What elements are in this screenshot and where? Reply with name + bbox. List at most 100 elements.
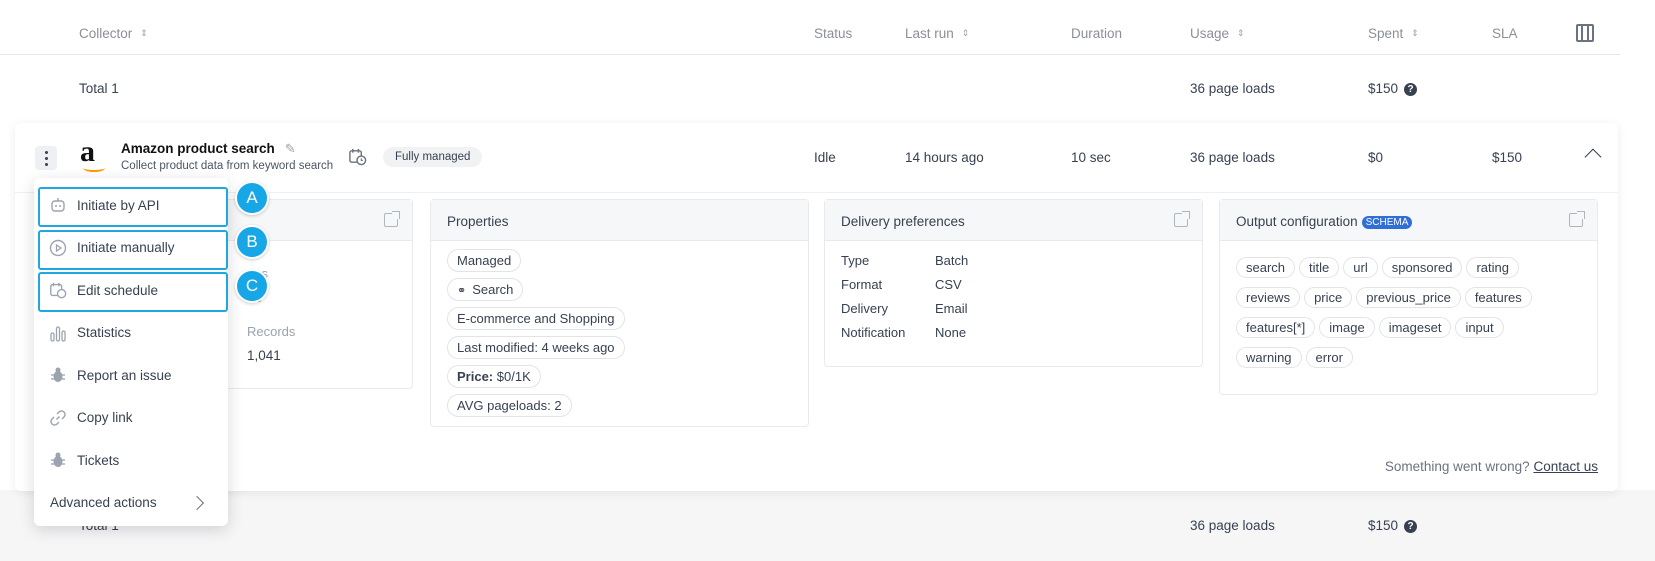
menu-item-advanced-actions[interactable]: Advanced actions [34, 482, 228, 525]
column-label: Last run [905, 26, 954, 41]
menu-item-statistics[interactable]: Statistics [34, 312, 228, 355]
total-label: Total 1 [79, 81, 119, 96]
column-usage[interactable]: Usage ⇕ [1190, 26, 1245, 41]
field-tag: title [1299, 257, 1340, 278]
menu-item-report-issue[interactable]: Report an issue [34, 354, 228, 397]
column-sla: SLA [1492, 26, 1518, 41]
menu-item-initiate-manually[interactable]: Initiate manually [34, 227, 228, 269]
delivery-row: Delivery Email [841, 301, 1186, 325]
records-value: 1,041 [247, 348, 281, 363]
avg-pageloads-tag: AVG pageloads: 2 [447, 394, 572, 417]
schema-badge[interactable]: SCHEMA [1361, 216, 1413, 229]
delivery-key: Type [841, 253, 870, 268]
menu-item-initiate-by-api[interactable]: Initiate by API [34, 184, 228, 227]
collector-sla: $150 [1492, 150, 1523, 165]
column-label: Duration [1071, 26, 1123, 41]
binoculars-icon: ⚭ [457, 285, 467, 297]
field-tag: rating [1466, 257, 1519, 278]
bottom-total-usage: 36 page loads [1190, 518, 1275, 533]
menu-item-tickets[interactable]: Tickets [34, 439, 228, 482]
menu-item-label: Tickets [77, 452, 120, 468]
bottom-total-spent-value: $150 [1368, 518, 1399, 533]
total-row: Total 1 36 page loads $150? [0, 56, 1620, 122]
edit-icon[interactable] [1174, 211, 1190, 227]
field-tag: sponsored [1381, 257, 1463, 278]
delivery-key: Delivery [841, 301, 888, 316]
actions-menu: Initiate by API Initiate manually Edit s… [34, 178, 228, 526]
field-tag: search [1236, 257, 1296, 278]
delivery-value: CSV [935, 277, 962, 292]
column-last-run[interactable]: Last run ⇕ [905, 26, 969, 41]
delivery-header: Delivery preferences [825, 200, 1202, 241]
bug-icon [49, 366, 67, 384]
delivery-value: Email [935, 301, 968, 316]
delivery-row: Type Batch [841, 253, 1186, 277]
column-collector[interactable]: Collector ⇕ [79, 26, 148, 41]
sort-icon[interactable]: ⇕ [1411, 29, 1419, 38]
menu-item-label: Statistics [77, 325, 132, 341]
total-spent-value: $150 [1368, 81, 1399, 96]
collapse-chevron-icon[interactable] [1584, 148, 1602, 166]
column-label: Spent [1368, 26, 1404, 41]
column-label: Usage [1190, 26, 1230, 41]
category-tag: E-commerce and Shopping [447, 307, 625, 330]
delivery-rows: Type Batch Format CSV Delivery Email Notifi… [825, 241, 1202, 349]
total-spent: $150? [1368, 81, 1418, 96]
edit-icon[interactable] [1569, 211, 1585, 227]
column-label: SLA [1492, 26, 1518, 41]
marker-b: B [235, 225, 269, 259]
support-footer: Something went wrong? Contact us [1385, 459, 1598, 474]
managed-tag: Managed [447, 249, 522, 272]
field-tag: price [1304, 287, 1353, 308]
edit-pencil-icon[interactable]: ✎ [285, 141, 296, 157]
amazon-logo-icon: a [80, 137, 110, 172]
field-tag: imageset [1378, 317, 1452, 338]
collector-name[interactable]: Amazon product search ✎ [121, 141, 296, 157]
field-tag: features [1464, 287, 1532, 308]
help-icon[interactable]: ? [1404, 520, 1418, 533]
support-text: Something went wrong? [1384, 459, 1530, 474]
menu-item-label: Edit schedule [77, 282, 159, 298]
output-panel: Output configuration SCHEMA search title ur… [1219, 199, 1598, 395]
chevron-right-icon [189, 495, 205, 510]
open-external-icon[interactable] [384, 211, 400, 227]
more-actions-icon[interactable] [35, 146, 57, 170]
bottom-total-spent: $150? [1368, 518, 1418, 533]
price-label: Price: [457, 369, 494, 384]
sort-icon[interactable]: ⇕ [140, 29, 148, 38]
total-usage: 36 page loads [1190, 81, 1275, 96]
contact-us-link[interactable]: Contact us [1533, 459, 1598, 474]
menu-item-edit-schedule[interactable]: Edit schedule [34, 269, 228, 312]
field-tag: error [1305, 347, 1353, 368]
collector-status: Idle [814, 150, 836, 165]
schedule-icon[interactable] [348, 147, 367, 166]
price-tag: Price: $0/1K [447, 365, 541, 388]
sort-icon[interactable]: ⇕ [962, 29, 970, 38]
output-title: Output configuration [1236, 214, 1358, 229]
menu-item-label: Initiate by API [77, 197, 160, 213]
sort-icon[interactable]: ⇕ [1237, 29, 1245, 38]
columns-icon[interactable] [1576, 24, 1594, 42]
robot-icon [49, 196, 67, 214]
column-label: Status [814, 26, 853, 41]
collector-usage: 36 page loads [1190, 150, 1275, 165]
delivery-row: Format CSV [841, 277, 1186, 301]
last-modified-tag: Last modified: 4 weeks ago [447, 336, 625, 359]
marker-c: C [235, 269, 269, 303]
menu-item-label: Copy link [77, 410, 133, 426]
search-tag-label: Search [472, 282, 514, 297]
field-tag: reviews [1236, 287, 1301, 308]
menu-item-label: Initiate manually [77, 240, 175, 256]
column-label: Collector [79, 26, 133, 41]
help-icon[interactable]: ? [1404, 83, 1418, 96]
collector-description: Collect product data from keyword search [121, 160, 334, 172]
marker-a: A [235, 181, 269, 215]
column-spent[interactable]: Spent ⇕ [1368, 26, 1419, 41]
bug-icon [49, 451, 67, 469]
menu-item-copy-link[interactable]: Copy link [34, 397, 228, 440]
collector-card: a Amazon product search ✎ Collect product… [15, 123, 1618, 491]
collector-duration: 10 sec [1071, 150, 1111, 165]
output-header: Output configuration SCHEMA [1220, 200, 1597, 241]
field-tag: warning [1236, 347, 1302, 368]
menu-item-label: Advanced actions [50, 495, 157, 511]
